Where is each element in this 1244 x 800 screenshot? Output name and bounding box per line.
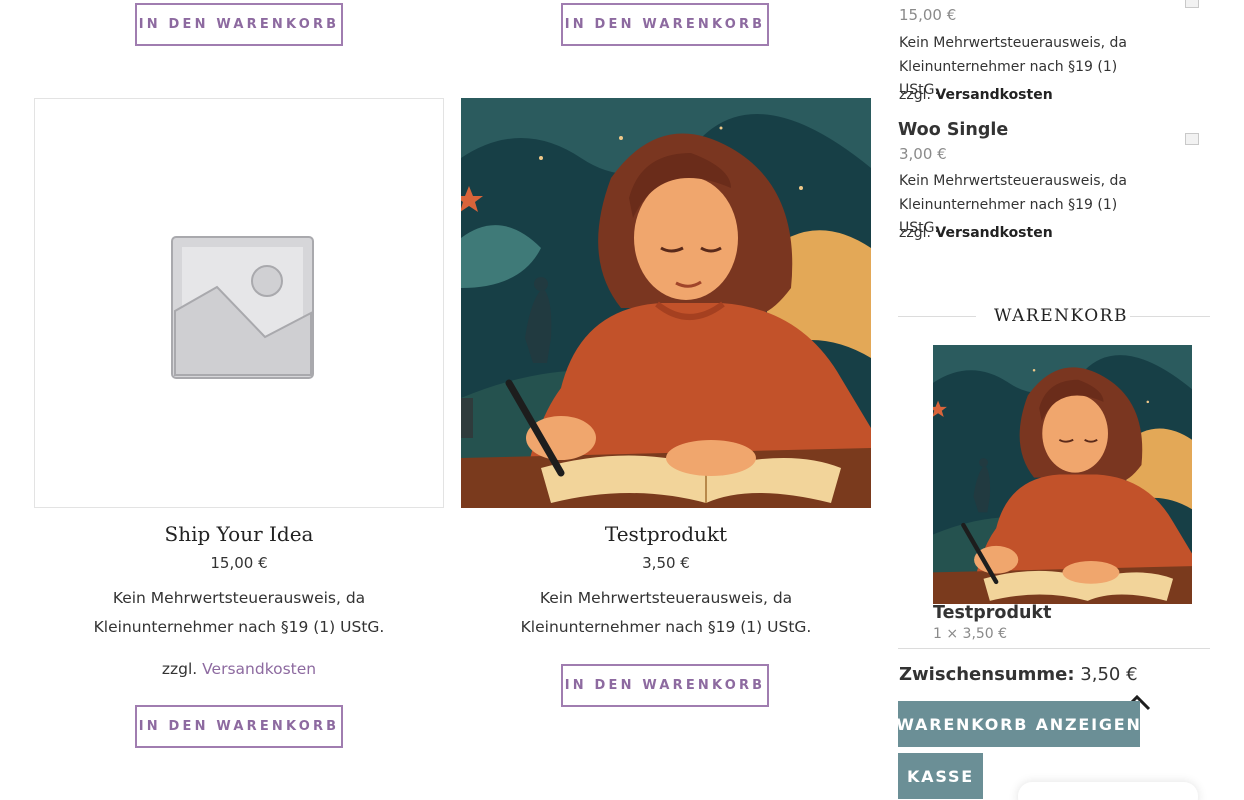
add-to-cart-button-top-1[interactable]: IN DEN WARENKORB [135, 3, 343, 46]
product-title[interactable]: Testprodukt [461, 522, 871, 546]
view-cart-button[interactable]: WARENKORB ANZEIGEN [896, 701, 1140, 747]
add-to-cart-button-top-2[interactable]: IN DEN WARENKORB [561, 3, 769, 46]
product-thumbnail-icon[interactable] [1185, 133, 1199, 145]
placeholder-image-icon [171, 236, 314, 379]
cart-item-title[interactable]: Testprodukt [933, 603, 1051, 623]
sidebar-shipping-note: zzgl. Versandkosten [899, 87, 1053, 103]
widget-heading-rule-right [1130, 316, 1210, 317]
tax-note: Kein Mehrwertsteuerausweis, da Kleinunte… [520, 589, 812, 636]
product-price: 3,50 € [642, 554, 690, 572]
tax-note: Kein Mehrwertsteuerausweis, da Kleinunte… [93, 589, 385, 636]
sidebar-product-title[interactable]: Woo Single [898, 120, 1008, 140]
woman-writing-illustration [461, 98, 871, 508]
floating-panel-edge[interactable] [1018, 782, 1198, 800]
shipping-costs-link[interactable]: Versandkosten [202, 660, 316, 678]
product-image-testprodukt[interactable] [461, 98, 871, 508]
shipping-note: zzgl. Versandkosten [34, 660, 444, 678]
cart-divider [898, 648, 1210, 649]
shipping-prefix: zzgl. [161, 660, 198, 678]
add-to-cart-button[interactable]: IN DEN WARENKORB [135, 705, 343, 748]
shipping-prefix: zzgl. [899, 87, 931, 103]
product-price: 15,00 € [210, 554, 268, 572]
product-title[interactable]: Ship Your Idea [34, 522, 444, 546]
woman-writing-illustration [933, 345, 1192, 604]
cart-item-image[interactable] [933, 345, 1192, 604]
sidebar-shipping-note: zzgl. Versandkosten [899, 225, 1053, 241]
shipping-costs-link[interactable]: Versandkosten [935, 87, 1052, 103]
shipping-prefix: zzgl. [899, 225, 931, 241]
checkout-button[interactable]: KASSE [898, 753, 983, 799]
product-thumbnail-icon[interactable] [1185, 0, 1199, 8]
sidebar-product-price: 15,00 € [899, 6, 957, 24]
shipping-costs-link[interactable]: Versandkosten [935, 225, 1052, 241]
cart-widget-heading: WARENKORB [994, 306, 1128, 326]
cart-item-qty-price: 1 × 3,50 € [933, 626, 1008, 642]
subtotal-label: Zwischensumme: [899, 664, 1075, 685]
product-image-ship-your-idea[interactable] [34, 98, 444, 508]
widget-heading-rule-left [898, 316, 976, 317]
cart-subtotal: Zwischensumme: 3,50 € [899, 664, 1138, 685]
sidebar-product-price: 3,00 € [899, 145, 947, 163]
add-to-cart-button[interactable]: IN DEN WARENKORB [561, 664, 769, 707]
subtotal-value: 3,50 € [1080, 664, 1138, 685]
